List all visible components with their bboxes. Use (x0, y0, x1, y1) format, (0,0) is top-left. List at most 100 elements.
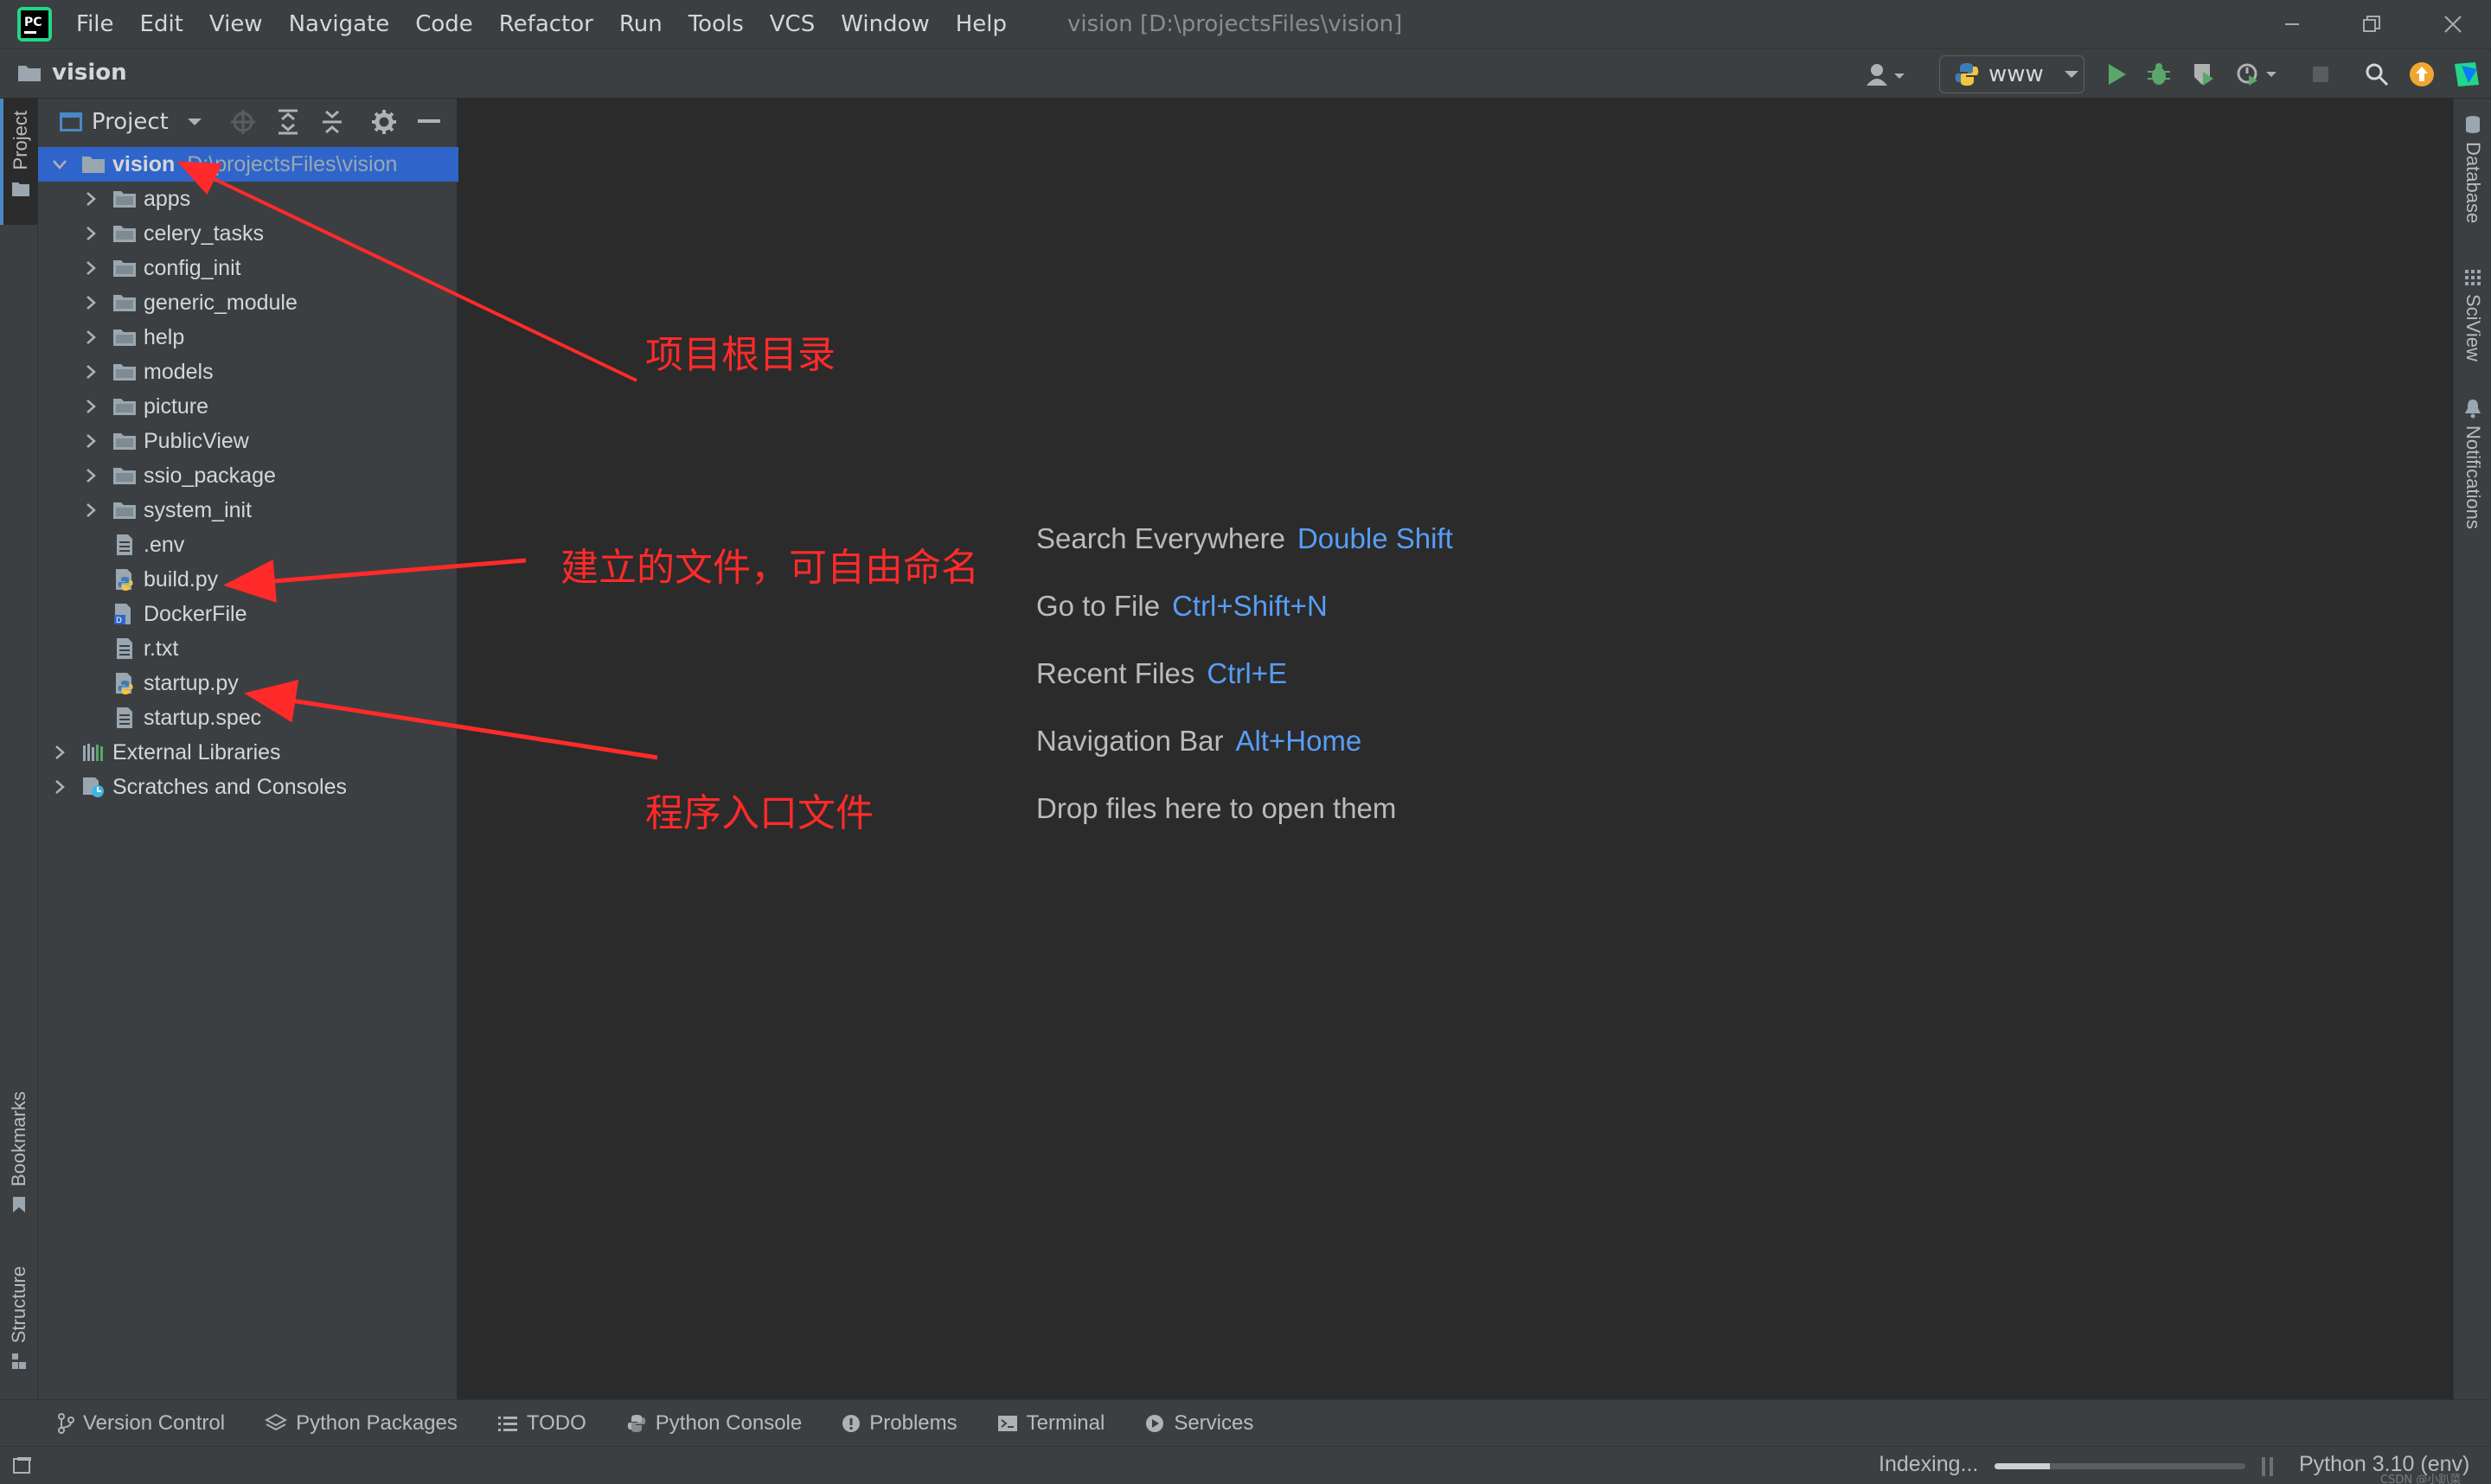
pycharm-logo-icon[interactable]: PC (17, 7, 52, 42)
tree-expander[interactable] (81, 501, 100, 520)
terminal-icon (997, 1415, 1017, 1431)
tree-item[interactable]: config_init (38, 251, 458, 285)
folder-icon (113, 191, 136, 208)
tree-expander[interactable] (81, 189, 100, 208)
options-button[interactable] (367, 105, 401, 139)
debug-button[interactable] (2142, 58, 2176, 91)
tool-tab-bookmarks[interactable]: Bookmarks (0, 1091, 38, 1247)
chevron-right-icon[interactable] (53, 744, 67, 761)
menu-code[interactable]: Code (415, 11, 473, 37)
tree-item-root[interactable]: vision D:\projectsFiles\vision (38, 147, 458, 182)
tree-expander[interactable] (50, 777, 69, 796)
tool-tab-database[interactable]: Database (2454, 114, 2491, 253)
tree-item[interactable]: startup.py (38, 666, 458, 700)
tree-item[interactable]: build.py (38, 562, 458, 597)
tree-expander[interactable] (81, 432, 100, 451)
vcs-user-button[interactable] (1860, 58, 1911, 91)
tool-tab-python-packages[interactable]: Python Packages (265, 1411, 458, 1436)
profile-button[interactable] (2232, 58, 2283, 91)
chevron-right-icon[interactable] (84, 467, 98, 484)
tool-tab-services[interactable]: Services (1144, 1411, 1253, 1436)
tree-expander[interactable] (81, 259, 100, 278)
tool-tab-project[interactable]: Project (0, 99, 38, 225)
folder-icon (113, 399, 136, 415)
tool-tab-version-control[interactable]: Version Control (57, 1411, 225, 1436)
updates-button[interactable] (2405, 58, 2439, 91)
tree-item[interactable]: startup.spec (38, 700, 458, 735)
menu-file[interactable]: File (76, 11, 114, 37)
chevron-right-icon[interactable] (84, 329, 98, 346)
stop-button[interactable] (2306, 58, 2335, 91)
chevron-right-icon[interactable] (84, 225, 98, 242)
chevron-right-icon[interactable] (84, 363, 98, 381)
tree-expander[interactable] (81, 397, 100, 416)
python-icon (1955, 63, 1979, 86)
tree-expander[interactable] (81, 328, 100, 347)
menu-help[interactable]: Help (956, 11, 1007, 37)
tree-item[interactable]: celery_tasks (38, 216, 458, 251)
tree-item[interactable]: system_init (38, 493, 458, 528)
tree-item[interactable]: models (38, 355, 458, 389)
breadcrumb-project[interactable]: vision (52, 60, 127, 86)
hide-panel-button[interactable] (412, 105, 446, 139)
indexing-status[interactable]: Indexing... (1879, 1452, 1978, 1477)
menu-tools[interactable]: Tools (688, 11, 744, 37)
menu-vcs[interactable]: VCS (770, 11, 815, 37)
chevron-down-icon[interactable] (51, 157, 68, 171)
restore-button[interactable] (2337, 3, 2406, 45)
search-everywhere-button[interactable] (2360, 58, 2394, 91)
tool-tab-notifications[interactable]: Notifications (2454, 398, 2491, 562)
chevron-right-icon[interactable] (84, 432, 98, 450)
breadcrumb[interactable]: vision (17, 60, 127, 86)
tree-item[interactable]: help (38, 320, 458, 355)
tree-item[interactable]: External Libraries (38, 735, 458, 770)
tree-expander[interactable] (81, 224, 100, 243)
tree-item[interactable]: Scratches and Consoles (38, 770, 458, 804)
tree-item[interactable]: picture (38, 389, 458, 424)
tree-item[interactable]: apps (38, 182, 458, 216)
menu-navigate[interactable]: Navigate (289, 11, 390, 37)
tool-tab-structure[interactable]: Structure (0, 1266, 38, 1396)
toolbox-button[interactable] (2448, 58, 2486, 91)
tree-item[interactable]: r.txt (38, 631, 458, 666)
pause-icon[interactable] (2259, 1455, 2276, 1478)
run-button[interactable] (2100, 58, 2133, 91)
tree-expander[interactable] (50, 743, 69, 762)
run-with-coverage-button[interactable] (2187, 58, 2221, 91)
close-window-button[interactable] (2418, 3, 2488, 45)
project-view-selector[interactable]: Project (92, 109, 169, 135)
chevron-right-icon[interactable] (84, 294, 98, 311)
menu-window[interactable]: Window (841, 11, 930, 37)
run-configuration-select[interactable]: www (1939, 55, 2084, 93)
tool-tab-sciview[interactable]: SciView (2454, 268, 2491, 381)
tree-expander[interactable] (81, 293, 100, 312)
chevron-right-icon[interactable] (84, 190, 98, 208)
chevron-right-icon[interactable] (84, 259, 98, 277)
chevron-right-icon[interactable] (53, 778, 67, 796)
select-opened-file-button[interactable] (226, 105, 260, 139)
chevron-down-icon[interactable] (186, 116, 203, 128)
minimize-button[interactable] (2257, 3, 2327, 45)
collapse-all-button[interactable] (315, 105, 349, 139)
tree-item[interactable]: generic_module (38, 285, 458, 320)
tree-expander[interactable] (50, 155, 69, 174)
chevron-right-icon[interactable] (84, 398, 98, 415)
chevron-right-icon[interactable] (84, 502, 98, 519)
chevron-down-icon (2064, 71, 2078, 78)
menu-run[interactable]: Run (619, 11, 663, 37)
tree-expander[interactable] (81, 362, 100, 381)
tree-item[interactable]: ssio_package (38, 458, 458, 493)
menu-edit[interactable]: Edit (140, 11, 183, 37)
tool-tab-python-console[interactable]: Python Console (626, 1411, 802, 1436)
tree-item[interactable]: PublicView (38, 424, 458, 458)
menu-refactor[interactable]: Refactor (499, 11, 593, 37)
menu-view[interactable]: View (209, 11, 263, 37)
tree-item[interactable]: .env (38, 528, 458, 562)
toggle-tool-windows-icon[interactable] (12, 1455, 33, 1476)
expand-all-button[interactable] (271, 105, 305, 139)
tool-tab-todo[interactable]: TODO (497, 1411, 586, 1436)
tree-item[interactable]: D DockerFile (38, 597, 458, 631)
tool-tab-terminal[interactable]: Terminal (997, 1411, 1105, 1436)
tool-tab-problems[interactable]: Problems (842, 1411, 957, 1436)
tree-expander[interactable] (81, 466, 100, 485)
